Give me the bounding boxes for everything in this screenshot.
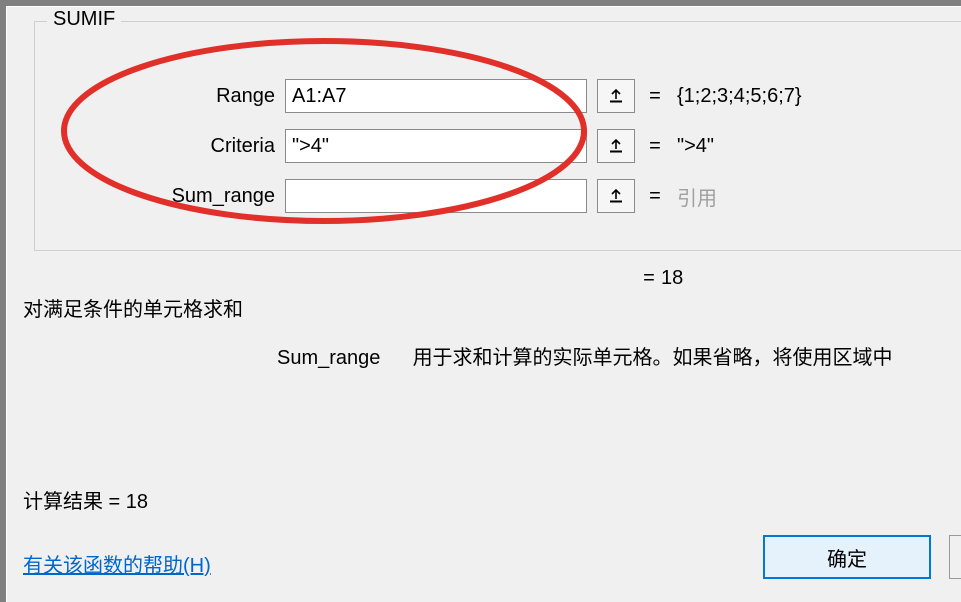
collapse-dialog-button-range[interactable]	[597, 79, 635, 113]
arg-row-criteria: Criteria = ">4"	[35, 127, 961, 165]
equals-label: =	[635, 185, 675, 208]
equals-label: =	[637, 267, 661, 290]
equals-label: =	[635, 135, 675, 158]
argument-help-body: 用于求和计算的实际单元格。如果省略，将使用区域中	[413, 347, 893, 369]
arg-preview-range: {1;2;3;4;5;6;7}	[675, 85, 961, 108]
function-name-label: SUMIF	[47, 8, 121, 31]
arg-row-range: Range = {1;2;3;4;5;6;7}	[35, 77, 961, 115]
collapse-dialog-button-sum-range[interactable]	[597, 179, 635, 213]
partial-button-edge	[949, 535, 961, 579]
function-arguments-dialog: SUMIF Range = {1;2;3;4;5;6;7}	[6, 6, 961, 602]
arg-input-sum-range[interactable]	[285, 179, 587, 213]
range-selector-icon	[607, 187, 625, 205]
collapse-dialog-button-criteria[interactable]	[597, 129, 635, 163]
arg-row-sum-range: Sum_range = 引用	[35, 177, 961, 215]
calc-result-value: 18	[126, 491, 148, 513]
argument-help-name: Sum_range	[277, 347, 407, 370]
arg-preview-sum-range: 引用	[675, 182, 961, 211]
arg-label-criteria: Criteria	[35, 135, 285, 158]
formula-result-value: 18	[661, 267, 683, 290]
formula-result-row: = 18	[637, 263, 961, 293]
range-selector-icon	[607, 137, 625, 155]
arg-input-range[interactable]	[285, 79, 587, 113]
help-link[interactable]: 有关该函数的帮助(H)	[23, 549, 211, 578]
ok-button[interactable]: 确定	[763, 535, 931, 579]
calculation-result: 计算结果 = 18	[23, 485, 148, 514]
range-selector-icon	[607, 87, 625, 105]
arg-preview-criteria: ">4"	[675, 135, 961, 158]
function-description: 对满足条件的单元格求和	[23, 293, 243, 322]
arg-label-range: Range	[35, 85, 285, 108]
argument-help-text: Sum_range 用于求和计算的实际单元格。如果省略，将使用区域中	[277, 341, 961, 370]
arg-input-criteria[interactable]	[285, 129, 587, 163]
arg-label-sum-range: Sum_range	[35, 185, 285, 208]
arguments-group: SUMIF Range = {1;2;3;4;5;6;7}	[34, 21, 961, 251]
equals-label: =	[635, 85, 675, 108]
calc-result-label: 计算结果 =	[23, 491, 126, 513]
